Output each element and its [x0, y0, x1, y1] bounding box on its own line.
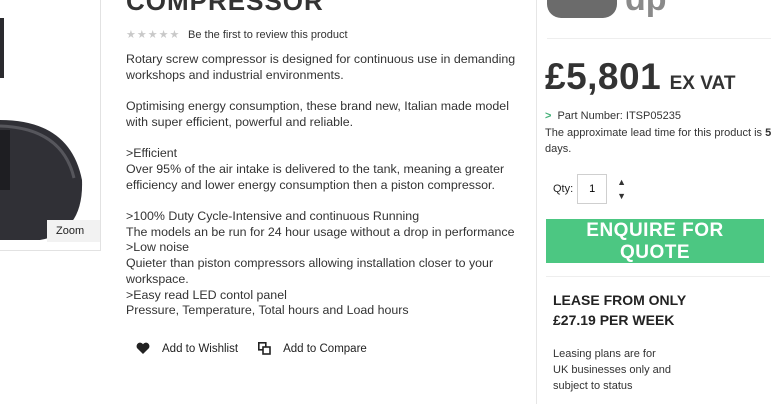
description-line: Rotary screw compressor is designed for … — [126, 52, 516, 82]
divider — [547, 38, 771, 39]
chevron-right-icon: > — [545, 110, 552, 122]
description-line — [126, 83, 521, 99]
part-number: > Part Number: ITSP05235 — [545, 110, 681, 122]
quantity-control: Qty: ▲ ▼ — [553, 174, 626, 204]
description-line: Optimising energy consumption, these bra… — [126, 99, 509, 129]
description-line: Quieter than piston compressors allowing… — [126, 256, 494, 286]
logo-text: dp — [625, 0, 667, 18]
description-line — [126, 131, 521, 147]
wishlist-label: Add to Wishlist — [162, 342, 239, 355]
quantity-stepper: ▲ ▼ — [617, 175, 626, 203]
description-line: >Easy read LED contol panel — [126, 287, 287, 302]
qty-label: Qty: — [553, 183, 574, 195]
compare-label: Add to Compare — [283, 342, 367, 355]
lead-time: The approximate lead time for this produ… — [545, 125, 777, 157]
rating-row: ★★★★★ Be the first to review this produc… — [126, 28, 348, 42]
lease-line-1: LEASE FROM ONLY — [553, 292, 687, 308]
description-line: >Low noise — [126, 240, 190, 255]
product-title: COMPRESSOR — [126, 0, 324, 16]
description-line: Over 95% of the air intake is delivered … — [126, 161, 505, 192]
lease-line-2: £27.19 PER WEEK — [553, 312, 675, 328]
price-amount: £5,801 — [545, 56, 662, 97]
zoom-label[interactable]: Zoom — [47, 220, 100, 242]
product-description: Rotary screw compressor is designed for … — [126, 52, 521, 319]
quantity-input[interactable] — [577, 174, 608, 204]
product-actions: Add to Wishlist Add to Compare — [136, 342, 387, 355]
rating-stars: ★★★★★ — [126, 29, 181, 41]
product-image — [0, 18, 83, 240]
lead-time-days: 5 — [765, 127, 772, 139]
purchase-sidebar: dp £5,801 EX VAT > Part Number: ITSP05235… — [536, 0, 784, 404]
description-line: Pressure, Temperature, Total hours and L… — [126, 303, 409, 318]
brand-logo: dp — [547, 0, 667, 18]
lead-time-suffix: days. — [545, 143, 572, 155]
part-number-label: Part Number: ITSP05235 — [557, 110, 681, 122]
price-suffix: EX VAT — [669, 73, 736, 94]
lead-time-text: The approximate lead time for this produ… — [545, 127, 766, 139]
price: £5,801 EX VAT — [545, 56, 735, 98]
lease-offer: LEASE FROM ONLY £27.19 PER WEEK — [553, 290, 686, 330]
enquire-for-quote-button[interactable]: ENQUIRE FOR QUOTE — [546, 219, 764, 263]
description-line: The models an be run for 24 hour usage w… — [126, 224, 515, 239]
review-link[interactable]: Be the first to review this product — [188, 29, 348, 41]
add-to-compare-button[interactable]: Add to Compare — [258, 342, 367, 355]
description-line — [126, 193, 521, 209]
chevron-up-icon[interactable]: ▲ — [617, 175, 626, 189]
chevron-down-icon[interactable]: ▼ — [617, 189, 626, 203]
description-line: >100% Duty Cycle-Intensive and continuou… — [126, 208, 420, 223]
divider — [546, 276, 770, 277]
compare-icon — [258, 342, 271, 355]
product-image-panel[interactable]: Zoom — [0, 0, 101, 251]
heart-icon — [136, 342, 150, 354]
description-line: >Efficient — [126, 146, 178, 161]
lease-note: Leasing plans are for UK businesses only… — [553, 348, 672, 392]
add-to-wishlist-button[interactable]: Add to Wishlist — [136, 342, 238, 355]
